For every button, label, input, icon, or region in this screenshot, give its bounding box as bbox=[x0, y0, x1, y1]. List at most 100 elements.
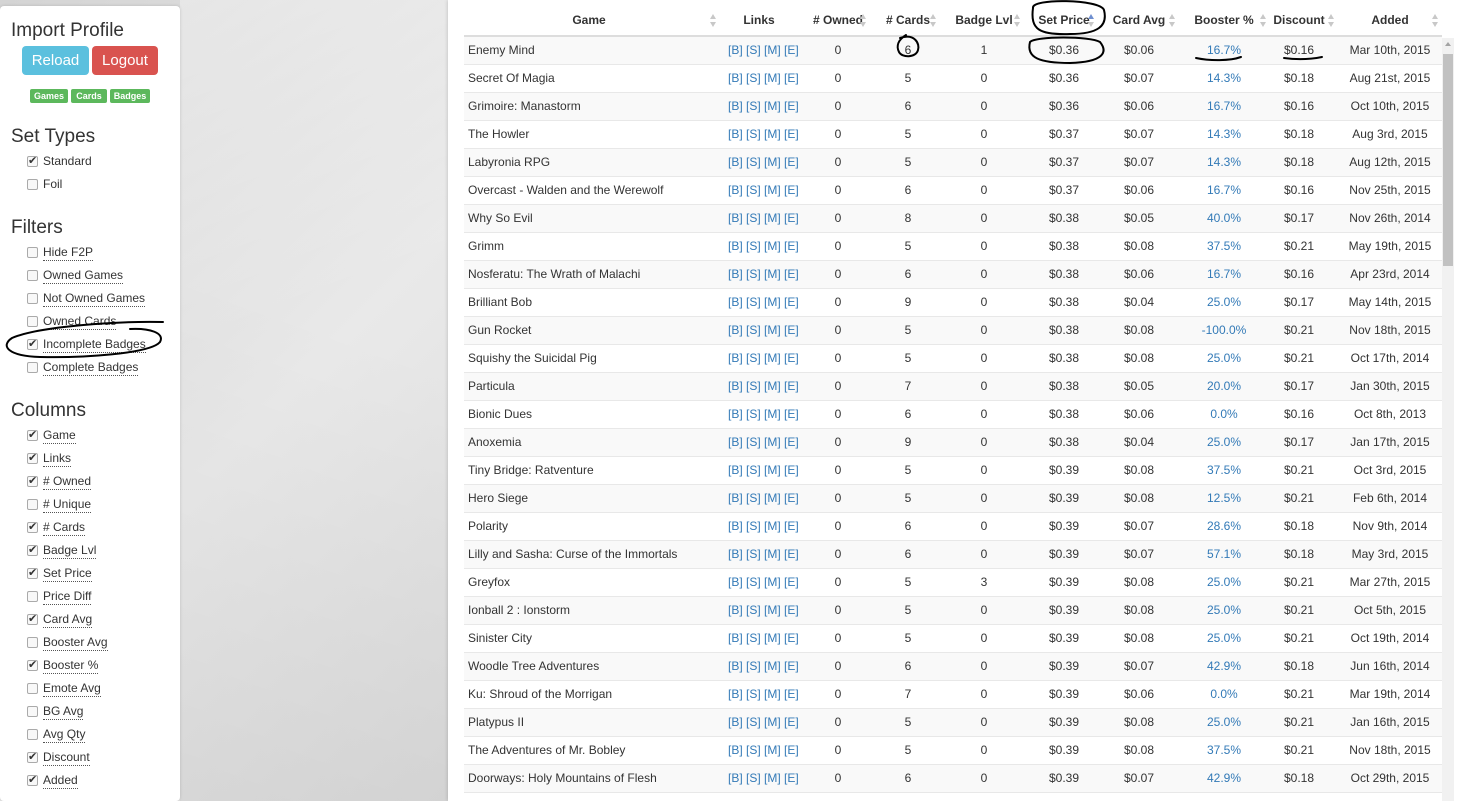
filter-label[interactable]: Hide F2P bbox=[43, 245, 94, 261]
market-links[interactable]: [B] [S] [M] [E] bbox=[728, 261, 799, 288]
column-label[interactable]: Added bbox=[43, 773, 78, 789]
filter-label[interactable]: Incomplete Badges bbox=[43, 337, 146, 353]
column-label[interactable]: Emote Avg bbox=[43, 681, 101, 697]
badges-tag[interactable]: Badges bbox=[110, 89, 150, 103]
sort-icon[interactable] bbox=[1432, 14, 1439, 28]
checkbox[interactable] bbox=[27, 729, 38, 740]
market-links[interactable]: [B] [S] [M] [E] bbox=[728, 289, 799, 316]
market-links[interactable]: [B] [S] [M] [E] bbox=[728, 205, 799, 232]
reload-button[interactable]: Reload bbox=[22, 46, 89, 75]
header-game[interactable]: Game bbox=[464, 6, 714, 35]
market-links[interactable]: [B] [S] [M] [E] bbox=[728, 121, 799, 148]
header-added[interactable]: Added bbox=[1340, 6, 1440, 35]
column-label[interactable]: # Unique bbox=[43, 497, 92, 513]
checkbox[interactable] bbox=[27, 591, 38, 602]
sort-icon[interactable] bbox=[1169, 14, 1176, 28]
column-label[interactable]: BG Avg bbox=[43, 704, 84, 720]
header-badge-lvl[interactable]: Badge Lvl bbox=[950, 6, 1018, 35]
market-links[interactable]: [B] [S] [M] [E] bbox=[728, 597, 799, 624]
market-links[interactable]: [B] [S] [M] [E] bbox=[728, 569, 799, 596]
market-links[interactable]: [B] [S] [M] [E] bbox=[728, 345, 799, 372]
logout-button[interactable]: Logout bbox=[92, 46, 158, 75]
column-label[interactable]: Booster Avg bbox=[43, 635, 108, 651]
market-links[interactable]: [B] [S] [M] [E] bbox=[728, 177, 799, 204]
market-links[interactable]: [B] [S] [M] [E] bbox=[728, 681, 799, 708]
market-links[interactable]: [B] [S] [M] [E] bbox=[728, 373, 799, 400]
market-links[interactable]: [B] [S] [M] [E] bbox=[728, 709, 799, 736]
market-links[interactable]: [B] [S] [M] [E] bbox=[728, 653, 799, 680]
column-label[interactable]: Discount bbox=[43, 750, 90, 766]
header-cards[interactable]: # Cards bbox=[878, 6, 938, 35]
checkbox[interactable] bbox=[27, 451, 38, 464]
market-links[interactable]: [B] [S] [M] [E] bbox=[728, 37, 799, 64]
sort-icon[interactable] bbox=[930, 14, 937, 28]
market-links[interactable]: [B] [S] [M] [E] bbox=[728, 401, 799, 428]
checkbox[interactable] bbox=[27, 316, 38, 327]
filter-label[interactable]: Complete Badges bbox=[43, 360, 139, 376]
column-label[interactable]: # Owned bbox=[43, 474, 92, 490]
checkbox[interactable] bbox=[27, 520, 38, 533]
header-card-avg[interactable]: Card Avg bbox=[1109, 6, 1169, 35]
sort-icon[interactable] bbox=[710, 14, 717, 28]
scrollbar[interactable] bbox=[1442, 52, 1454, 801]
column-label[interactable]: Game bbox=[43, 428, 76, 444]
column-label[interactable]: Booster % bbox=[43, 658, 99, 674]
sort-icon[interactable] bbox=[860, 14, 867, 28]
market-links[interactable]: [B] [S] [M] [E] bbox=[728, 65, 799, 92]
checkbox[interactable] bbox=[27, 362, 38, 373]
checkbox[interactable] bbox=[27, 154, 38, 167]
checkbox[interactable] bbox=[27, 499, 38, 510]
market-links[interactable]: [B] [S] [M] [E] bbox=[728, 457, 799, 484]
filter-label[interactable]: Owned Games bbox=[43, 268, 124, 284]
checkbox[interactable] bbox=[27, 179, 38, 190]
column-label[interactable]: Card Avg bbox=[43, 612, 93, 628]
checkbox[interactable] bbox=[27, 566, 38, 579]
column-label[interactable]: Set Price bbox=[43, 566, 92, 582]
column-label[interactable]: Links bbox=[43, 451, 72, 467]
checkbox[interactable] bbox=[27, 247, 38, 258]
market-links[interactable]: [B] [S] [M] [E] bbox=[728, 317, 799, 344]
market-links[interactable]: [B] [S] [M] [E] bbox=[728, 765, 799, 792]
market-links[interactable]: [B] [S] [M] [E] bbox=[728, 485, 799, 512]
games-tag[interactable]: Games bbox=[30, 89, 68, 103]
market-links[interactable]: [B] [S] [M] [E] bbox=[728, 93, 799, 120]
checkbox[interactable] bbox=[27, 270, 38, 281]
scrollbar-thumb[interactable] bbox=[1443, 54, 1453, 266]
checkbox[interactable] bbox=[27, 637, 38, 648]
market-links[interactable]: [B] [S] [M] [E] bbox=[728, 233, 799, 260]
sort-asc-icon[interactable] bbox=[1088, 14, 1095, 28]
cards-tag[interactable]: Cards bbox=[71, 89, 107, 103]
checkbox[interactable] bbox=[27, 773, 38, 786]
market-links[interactable]: [B] [S] [M] [E] bbox=[728, 429, 799, 456]
market-links[interactable]: [B] [S] [M] [E] bbox=[728, 513, 799, 540]
scroll-up-icon[interactable] bbox=[1442, 38, 1454, 52]
market-links[interactable]: [B] [S] [M] [E] bbox=[728, 541, 799, 568]
header-owned[interactable]: # Owned bbox=[808, 6, 868, 35]
sort-icon[interactable] bbox=[1260, 14, 1267, 28]
checkbox[interactable] bbox=[27, 612, 38, 625]
checkbox[interactable] bbox=[27, 428, 38, 441]
market-links[interactable]: [B] [S] [M] [E] bbox=[728, 149, 799, 176]
checkbox[interactable] bbox=[27, 658, 38, 671]
set-type-label[interactable]: Standard bbox=[43, 154, 92, 169]
checkbox[interactable] bbox=[27, 543, 38, 556]
column-label[interactable]: # Cards bbox=[43, 520, 86, 536]
checkbox[interactable] bbox=[27, 337, 38, 350]
header-discount[interactable]: Discount bbox=[1269, 6, 1329, 35]
checkbox[interactable] bbox=[27, 750, 38, 763]
column-label[interactable]: Avg Qty bbox=[43, 727, 86, 743]
sort-icon[interactable] bbox=[1328, 14, 1335, 28]
checkbox[interactable] bbox=[27, 683, 38, 694]
market-links[interactable]: [B] [S] [M] [E] bbox=[728, 625, 799, 652]
filter-label[interactable]: Owned Cards bbox=[43, 314, 117, 330]
checkbox[interactable] bbox=[27, 706, 38, 717]
header-set-price[interactable]: Set Price bbox=[1034, 6, 1094, 35]
column-label[interactable]: Badge Lvl bbox=[43, 543, 97, 559]
header-booster-pct[interactable]: Booster % bbox=[1189, 6, 1259, 35]
checkbox[interactable] bbox=[27, 474, 38, 487]
checkbox[interactable] bbox=[27, 293, 38, 304]
column-label[interactable]: Price Diff bbox=[43, 589, 92, 605]
set-type-label[interactable]: Foil bbox=[43, 177, 62, 192]
sort-icon[interactable] bbox=[1014, 14, 1021, 28]
market-links[interactable]: [B] [S] [M] [E] bbox=[728, 737, 799, 764]
